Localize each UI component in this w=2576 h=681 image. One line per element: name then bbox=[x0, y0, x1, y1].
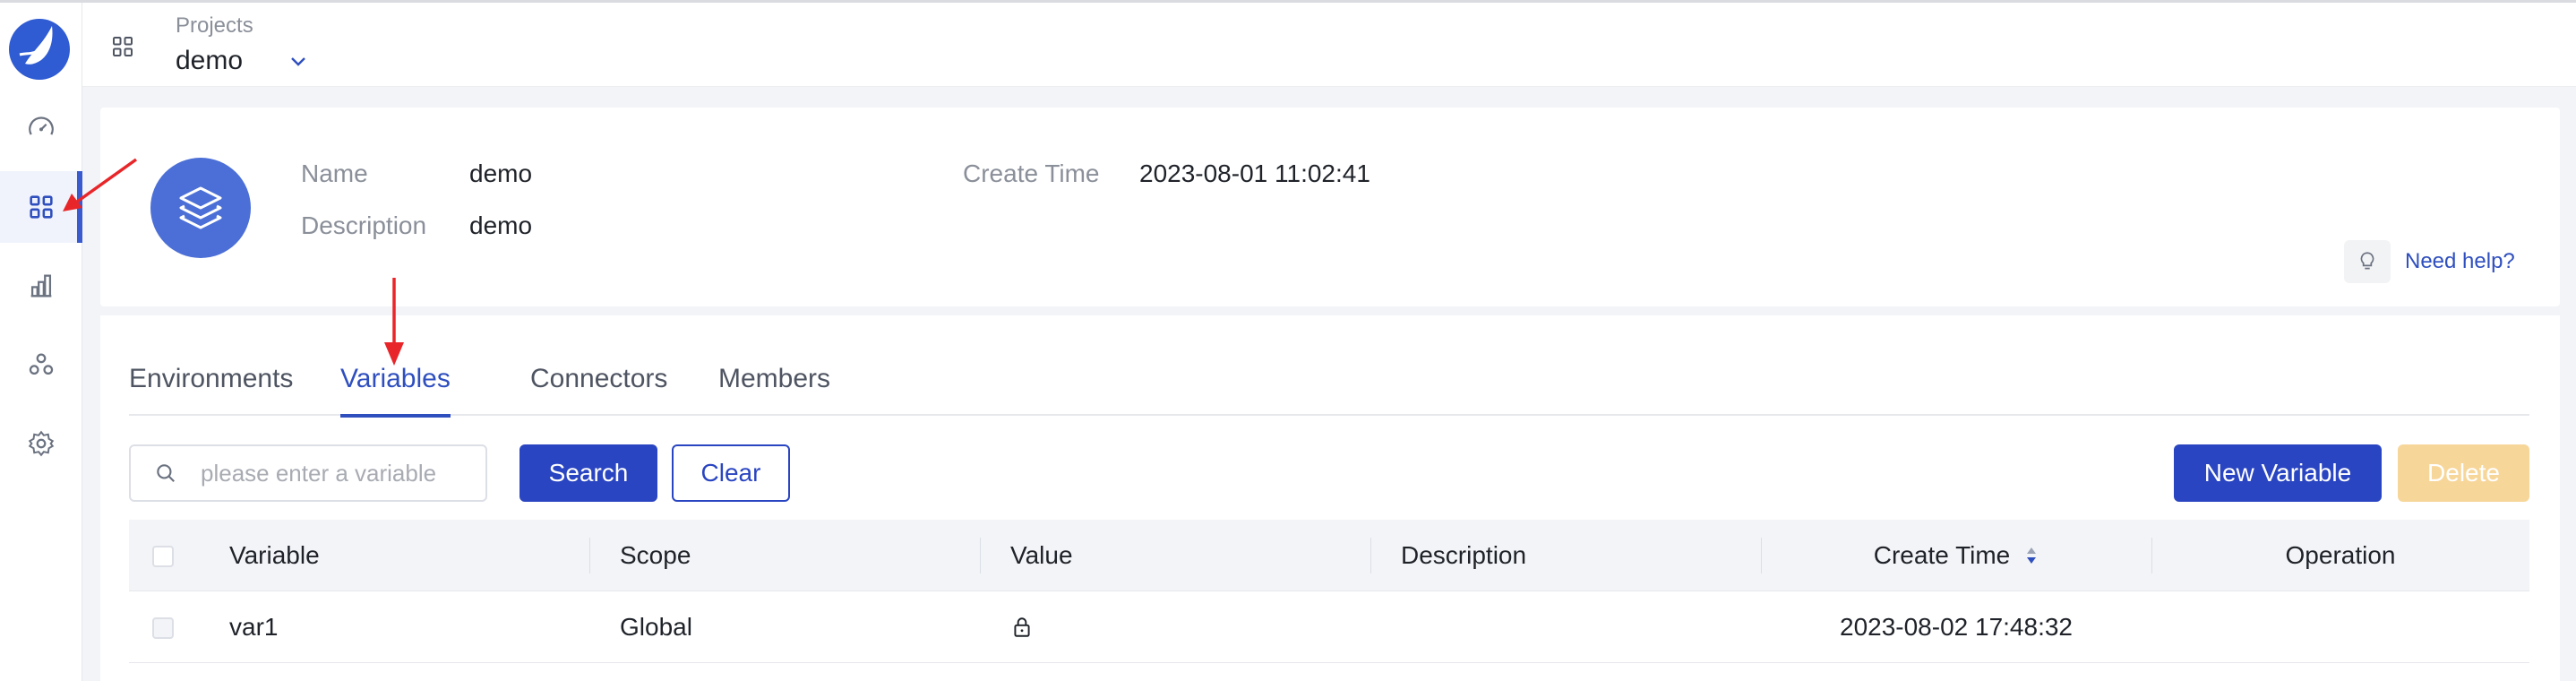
sidebar bbox=[0, 3, 82, 681]
column-header-description: Description bbox=[1401, 541, 1527, 569]
tab-members[interactable]: Members bbox=[718, 364, 830, 416]
variables-table: Variable Scope Value Description Create … bbox=[129, 520, 2529, 663]
lightbulb-icon bbox=[2360, 252, 2374, 270]
column-header-scope: Scope bbox=[620, 541, 691, 569]
layers-icon bbox=[179, 186, 222, 229]
variable-search-box[interactable] bbox=[129, 444, 487, 502]
help-label[interactable]: Need help? bbox=[2405, 249, 2515, 274]
variable-search-input[interactable] bbox=[201, 459, 469, 487]
column-header-value: Value bbox=[1010, 541, 1073, 569]
tab-variables[interactable]: Variables bbox=[340, 364, 451, 418]
column-divider bbox=[980, 538, 981, 573]
column-header-create-time[interactable]: Create Time bbox=[1761, 520, 2151, 591]
search-button[interactable]: Search bbox=[519, 444, 657, 502]
sort-icon[interactable] bbox=[2024, 545, 2039, 566]
column-divider bbox=[1370, 538, 1371, 573]
cell-value bbox=[1010, 591, 1034, 663]
sidebar-item-resources[interactable] bbox=[0, 329, 82, 401]
projects-grid-icon bbox=[30, 195, 53, 219]
description-value: demo bbox=[469, 211, 533, 239]
apps-grid-icon[interactable] bbox=[109, 33, 136, 60]
name-value: demo bbox=[469, 159, 533, 187]
table-header: Variable Scope Value Description Create … bbox=[129, 520, 2529, 591]
cell-operation bbox=[2151, 591, 2529, 663]
variables-panel: Environments Variables Connectors Member… bbox=[100, 315, 2560, 681]
create-time-value: 2023-08-01 11:02:41 bbox=[1139, 159, 1370, 187]
help-icon-box bbox=[2344, 240, 2391, 283]
description-label: Description bbox=[301, 211, 427, 239]
column-header-variable: Variable bbox=[229, 541, 320, 569]
lock-icon bbox=[1014, 617, 1030, 637]
project-tabs: Environments Variables Connectors Member… bbox=[129, 315, 2529, 418]
create-time-label: Create Time bbox=[963, 159, 1100, 187]
tab-environments[interactable]: Environments bbox=[129, 364, 293, 416]
cell-scope: Global bbox=[620, 613, 692, 641]
column-divider bbox=[589, 538, 590, 573]
tab-connectors[interactable]: Connectors bbox=[530, 364, 667, 416]
chevron-down-icon[interactable] bbox=[287, 53, 310, 71]
sidebar-item-dashboard[interactable] bbox=[0, 92, 82, 164]
search-icon bbox=[157, 464, 175, 482]
new-variable-button[interactable]: New Variable bbox=[2174, 444, 2382, 502]
create-time-header-label: Create Time bbox=[1873, 541, 2011, 569]
cell-variable: var1 bbox=[229, 613, 279, 641]
delete-button[interactable]: Delete bbox=[2398, 444, 2529, 502]
app-logo-icon[interactable] bbox=[7, 13, 72, 82]
table-row[interactable]: var1 Global 2023-08-02 17:48:32 bbox=[129, 591, 2529, 663]
row-checkbox[interactable] bbox=[152, 617, 174, 639]
column-header-operation: Operation bbox=[2285, 541, 2396, 569]
resources-icon bbox=[29, 353, 54, 375]
help-link[interactable]: Need help? bbox=[2344, 240, 2515, 283]
name-label: Name bbox=[301, 159, 368, 187]
sidebar-item-charts[interactable] bbox=[0, 250, 82, 322]
top-header: Projects demo bbox=[82, 3, 2576, 87]
clear-button[interactable]: Clear bbox=[672, 444, 790, 502]
project-avatar bbox=[150, 158, 251, 258]
sidebar-item-settings[interactable] bbox=[0, 408, 82, 479]
dashboard-icon bbox=[29, 116, 54, 135]
select-all-checkbox[interactable] bbox=[152, 546, 174, 567]
settings-icon bbox=[28, 430, 55, 457]
project-selector[interactable]: demo bbox=[176, 46, 243, 76]
projects-label: Projects bbox=[176, 13, 253, 38]
sidebar-item-projects[interactable] bbox=[0, 171, 82, 243]
cell-create-time: 2023-08-02 17:48:32 bbox=[1840, 613, 2073, 641]
chart-icon bbox=[30, 274, 52, 297]
project-info-card: Name demo Description demo Create Time 2… bbox=[100, 108, 2560, 306]
